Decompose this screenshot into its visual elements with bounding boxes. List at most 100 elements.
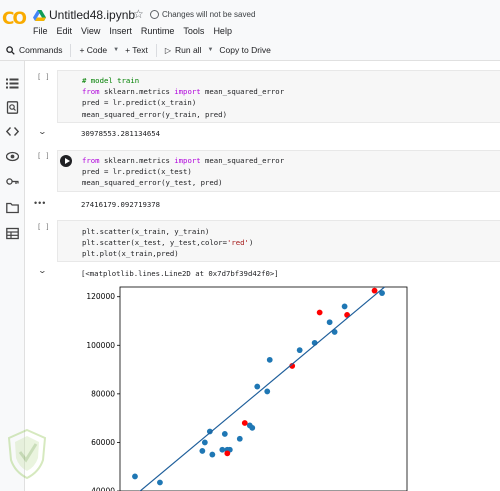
train-point [264,388,271,395]
train-point [132,473,138,480]
watermark-logo [7,428,47,480]
menu-edit[interactable]: Edit [57,26,73,36]
y-tick-label: 100000 [86,341,115,350]
code-token: plt.scatter(x_train, y_train) [82,227,210,236]
code-token: import [174,87,201,97]
code-editor[interactable]: from sklearn.metrics import mean_squared… [58,155,500,189]
run-all-button[interactable]: ▷ Run all [159,40,208,61]
code-token: pred = lr.predict(x_test) [82,167,192,177]
code-token: ) [248,238,254,248]
data-table-icon[interactable] [6,227,19,240]
train-point [201,439,208,446]
files-icon[interactable] [6,201,19,214]
cell-1-exec-count: [ ] [37,73,50,81]
code-cell-3[interactable]: plt.scatter(x_train, y_train) plt.scatter… [57,220,500,262]
table-of-contents-icon[interactable] [6,77,19,90]
train-point [341,303,348,310]
run-all-label: Run all [175,45,202,55]
copy-to-drive-button[interactable]: Copy to Drive [213,40,277,61]
train-point [236,435,243,442]
collapse-output-icon[interactable]: ⌄ [38,127,47,136]
code-line: plt.scatter(x_train, y_train) [82,226,500,237]
train-point [199,448,206,454]
y-tick-label: 80000 [91,389,115,398]
left-sidebar [0,61,25,491]
scatter-plot: 40000 60000 80000 100000 120000 [86,286,408,491]
collapse-output-icon[interactable]: ⌄ [38,266,47,275]
code-token: from [82,156,100,165]
code-token: mean_squared_error [200,87,285,97]
test-point [316,309,323,316]
code-line: plt.scatter(x_test, y_test,color='red') [82,237,500,248]
y-tick-label: 60000 [91,438,115,447]
not-saved-icon [150,10,159,19]
commands-label: Commands [19,45,63,55]
code-line: from sklearn.metrics import mean_squared… [82,86,500,97]
find-icon[interactable] [6,101,19,114]
cell-1-output: 30978553.281134654 [81,129,161,138]
code-token: from [82,87,100,97]
code-token: # model train [82,76,140,85]
commands-button[interactable]: Commands [0,40,68,61]
secrets-icon[interactable] [6,175,19,188]
toolbar-divider [70,43,72,57]
train-point [254,383,261,390]
cell-2-output: 27416179.092719378 [81,200,161,209]
cell-2-exec-count: [ ] [37,152,50,160]
cell-3-exec-count: [ ] [37,223,50,231]
code-token: mean_squared_error(y_train, pred) [82,109,227,119]
test-point [224,450,231,457]
variables-icon[interactable] [6,150,19,163]
code-token: mean_squared_error(y_test, pred) [82,178,223,188]
colab-logo[interactable]: CO [2,9,27,29]
test-point [241,420,248,426]
add-text-button[interactable]: + Text [119,40,154,61]
copy-to-drive-label: Copy to Drive [219,45,271,55]
menu-view[interactable]: View [81,26,100,36]
toolbar-divider [155,43,157,57]
code-token: sklearn.metrics [99,156,175,165]
menu-runtime[interactable]: Runtime [141,26,175,36]
code-line: from sklearn.metrics import mean_squared… [82,155,500,166]
code-line: mean_squared_error(y_test, pred) [82,177,500,188]
title-bar: CO Untitled48.ipynb ☆ Changes will not b… [0,0,500,40]
menu-insert[interactable]: Insert [109,26,132,36]
cell-3-output: [<matplotlib.lines.Line2D at 0x7d7bf39d4… [81,269,279,278]
plot-area [119,286,408,491]
code-token: 'red' [226,238,249,248]
code-token: plt.plot(x_train,pred) [82,249,179,259]
code-cell-1[interactable]: # model train from sklearn.metrics import… [57,70,500,123]
menu-tools[interactable]: Tools [183,26,204,36]
add-code-label: + Code [79,45,108,55]
run-cell-button[interactable] [60,155,72,167]
menu-help[interactable]: Help [213,26,232,36]
train-point [209,451,216,458]
train-point [266,356,273,363]
code-token: pred = lr.predict(x_train) [82,98,197,108]
code-token: plt.scatter(x_test, y_test,color= [82,238,227,248]
train-point [249,424,256,431]
play-icon: ▷ [164,45,171,55]
code-line: pred = lr.predict(x_test) [82,166,500,177]
code-snippets-icon[interactable] [6,125,19,138]
code-editor[interactable]: plt.scatter(x_train, y_train) plt.scatter… [58,226,500,260]
output-actions-icon[interactable]: ••• [34,198,46,208]
train-point [219,446,226,453]
train-point [326,319,333,326]
code-cell-2[interactable]: from sklearn.metrics import mean_squared… [57,150,500,192]
notebook-title[interactable]: Untitled48.ipynb [49,8,135,22]
code-line: # model train [82,75,500,86]
code-line: pred = lr.predict(x_train) [82,97,500,108]
star-icon[interactable]: ☆ [133,7,144,21]
test-point [371,287,378,294]
code-token: sklearn.metrics [99,87,175,97]
toolbar: Commands + Code ▼ + Text ▷ Run all ▼ Cop… [0,40,500,61]
code-token: mean_squared_error [200,156,285,165]
code-editor[interactable]: # model train from sklearn.metrics import… [58,75,500,120]
code-token: import [174,156,201,165]
add-code-button[interactable]: + Code [73,40,113,61]
menu-file[interactable]: File [33,26,48,36]
y-tick-label: 120000 [86,292,115,301]
drive-icon [33,10,46,21]
code-line: mean_squared_error(y_train, pred) [82,109,500,120]
